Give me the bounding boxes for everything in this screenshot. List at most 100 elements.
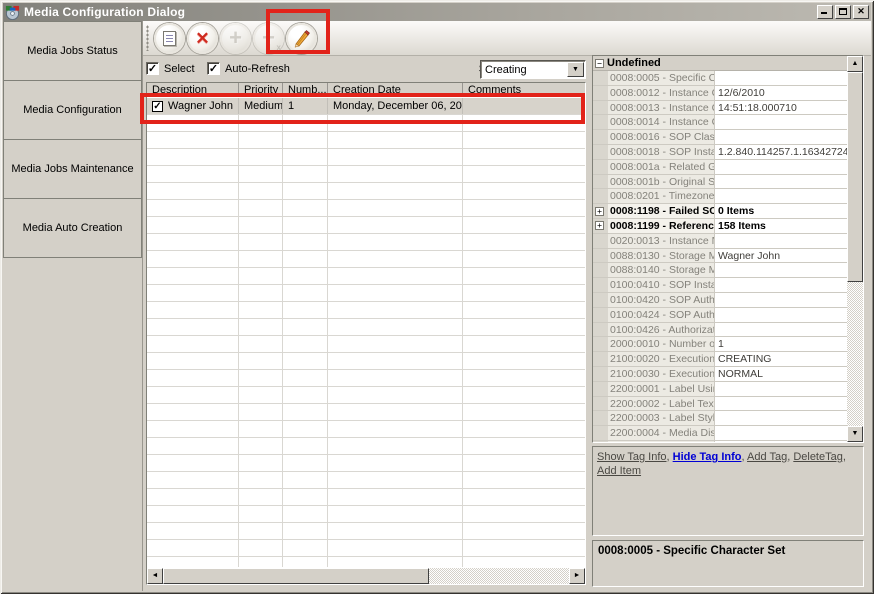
empty-table-row (147, 132, 585, 149)
empty-cell (147, 149, 239, 165)
column-header-creation-date[interactable]: Creation Date (328, 83, 463, 96)
tag-value (715, 323, 847, 337)
expand-expander-icon[interactable]: + (595, 221, 604, 230)
collapse-expander-icon[interactable]: − (595, 59, 604, 68)
tag-row[interactable]: 0008:0012 - Instance Cr12/6/2010 (593, 86, 847, 101)
column-header-comments[interactable]: Comments (463, 83, 585, 96)
tag-id-label: 2200:0001 - Label Usin (608, 382, 715, 396)
tag-row-gutter (593, 352, 608, 366)
tag-row[interactable]: 0008:001a - Related Ge (593, 160, 847, 175)
column-header-priority[interactable]: Priority (239, 83, 283, 96)
maximize-button[interactable] (835, 5, 851, 19)
tag-value (715, 160, 847, 174)
edit-button[interactable] (286, 23, 317, 54)
link-add-item[interactable]: Add Item (597, 465, 641, 477)
link-add-tag[interactable]: Add Tag (747, 451, 787, 463)
tag-row[interactable]: 2200:0003 - Label Style (593, 411, 847, 426)
tag-row[interactable]: 2200:0005 - Barcode V (593, 441, 847, 442)
empty-cell (328, 319, 463, 335)
empty-cell (239, 353, 283, 369)
expand-expander-icon[interactable]: + (595, 207, 604, 216)
tag-row[interactable]: 2100:0020 - Execution SCREATING (593, 352, 847, 367)
link-deletetag[interactable]: DeleteTag (793, 451, 843, 463)
empty-cell (463, 319, 585, 335)
empty-cell (463, 149, 585, 165)
maximize-icon (839, 8, 847, 15)
chevron-down-icon[interactable]: ▼ (567, 62, 584, 77)
scroll-up-icon[interactable]: ▲ (847, 56, 863, 72)
tag-id-label: 0100:0420 - SOP Autho (608, 293, 715, 307)
add-button[interactable]: + (220, 23, 251, 54)
tag-group-label: Undefined (607, 57, 661, 69)
delete-button[interactable]: ✕ (187, 23, 218, 54)
vertical-scrollbar[interactable]: ▲ ▼ (847, 56, 863, 442)
toolbar-grip-handle[interactable] (146, 25, 149, 51)
tag-group-header[interactable]: − Undefined (593, 56, 847, 71)
status-dropdown[interactable]: Creating ▼ (480, 60, 586, 79)
tag-row[interactable]: 0008:0014 - Instance Cr (593, 115, 847, 130)
tag-row[interactable]: 0008:0005 - Specific Ch (593, 71, 847, 86)
tag-row[interactable]: 0008:0013 - Instance Cr14:51:18.000710 (593, 101, 847, 116)
tag-row[interactable]: 2200:0001 - Label Usin (593, 382, 847, 397)
link-show-tag-info[interactable]: Show Tag Info (597, 451, 667, 463)
empty-cell (283, 132, 328, 148)
tag-row[interactable]: 0088:0140 - Storage Me (593, 263, 847, 278)
sidebar-item-media-jobs-maintenance[interactable]: Media Jobs Maintenance (3, 139, 142, 199)
tag-row-gutter (593, 441, 608, 442)
tag-row[interactable]: +0008:1198 - Failed SOP0 Items (593, 204, 847, 219)
tag-row[interactable]: 0008:0018 - SOP Instan1.2.840.114257.1.1… (593, 145, 847, 160)
tag-row[interactable]: 0100:0424 - SOP Autho (593, 308, 847, 323)
select-checkbox[interactable]: ✓ (146, 62, 159, 75)
column-header-description[interactable]: Description (147, 83, 239, 96)
sidebar-item-media-auto-creation[interactable]: Media Auto Creation (3, 198, 142, 258)
tag-row[interactable]: 2100:0030 - Execution SNORMAL (593, 367, 847, 382)
empty-cell (239, 557, 283, 567)
empty-table-row (147, 251, 585, 268)
tag-row-gutter (593, 71, 608, 85)
empty-cell (283, 149, 328, 165)
empty-table-row (147, 166, 585, 183)
tag-value (715, 263, 847, 277)
view-button[interactable] (154, 23, 185, 54)
close-button[interactable]: ✕ (853, 5, 869, 19)
app-icon (5, 5, 20, 20)
empty-cell (283, 319, 328, 335)
tag-row[interactable]: 0008:0201 - Timezone O (593, 189, 847, 204)
vertical-scrollbar-thumb[interactable] (847, 72, 863, 282)
scroll-left-icon[interactable]: ◄ (147, 568, 163, 584)
empty-cell (328, 506, 463, 522)
job-row[interactable]: ✓Wagner JohnMedium1Monday, December 06, … (147, 98, 585, 115)
sidebar-item-media-configuration[interactable]: Media Configuration (3, 80, 142, 140)
tag-row[interactable]: 0100:0410 - SOP Instan (593, 278, 847, 293)
scroll-right-icon[interactable]: ► (569, 568, 585, 584)
add-alt-button[interactable]: +x (253, 23, 284, 54)
tag-row[interactable]: 2200:0002 - Label Text (593, 397, 847, 412)
scroll-down-icon[interactable]: ▼ (847, 426, 863, 442)
minimize-button[interactable] (817, 5, 833, 19)
tag-row[interactable]: 0020:0013 - Instance Nu (593, 234, 847, 249)
empty-cell (463, 421, 585, 437)
link-hide-tag-info[interactable]: Hide Tag Info (673, 451, 742, 463)
empty-cell (283, 370, 328, 386)
sidebar-item-media-jobs-status[interactable]: Media Jobs Status (3, 21, 142, 81)
tag-row[interactable]: +0008:1199 - Referenced158 Items (593, 219, 847, 234)
tag-row[interactable]: 0008:0016 - SOP Class I (593, 130, 847, 145)
auto-refresh-checkbox[interactable]: ✓ (207, 62, 220, 75)
horizontal-scrollbar-thumb[interactable] (163, 568, 429, 584)
tag-id-label: 2200:0003 - Label Style (608, 411, 715, 425)
tag-row[interactable]: 2000:0010 - Number of C1 (593, 337, 847, 352)
empty-cell (283, 268, 328, 284)
horizontal-scrollbar[interactable]: ◄ ► (147, 568, 585, 584)
empty-cell (239, 506, 283, 522)
column-header-numb[interactable]: Numb... (283, 83, 328, 96)
tag-id-label: 0100:0426 - Authorizati (608, 323, 715, 337)
title-bar[interactable]: Media Configuration Dialog ✕ (3, 3, 871, 21)
tag-row[interactable]: 0088:0130 - Storage MeWagner John (593, 249, 847, 264)
empty-cell (328, 200, 463, 216)
tag-row[interactable]: 2200:0004 - Media Disp (593, 426, 847, 441)
tag-row[interactable]: 0008:001b - Original Sp (593, 175, 847, 190)
empty-cell (147, 353, 239, 369)
tag-row[interactable]: 0100:0426 - Authorizati (593, 323, 847, 338)
row-checkbox[interactable]: ✓ (152, 101, 163, 112)
tag-row[interactable]: 0100:0420 - SOP Autho (593, 293, 847, 308)
